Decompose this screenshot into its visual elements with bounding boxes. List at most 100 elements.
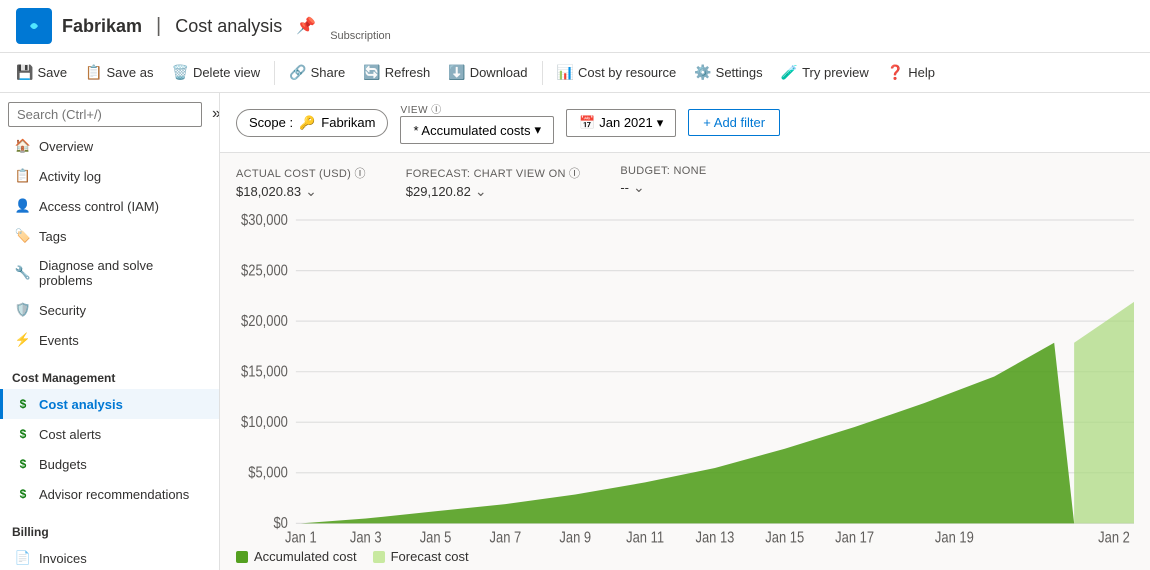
actual-cost-value[interactable]: $18,020.83 ⌄ xyxy=(236,183,366,200)
content-controls: Scope : 🔑 Fabrikam VIEW ⓘ * Accumulated … xyxy=(220,93,1150,153)
svg-text:$5,000: $5,000 xyxy=(248,465,288,482)
diagnose-icon: 🔧 xyxy=(15,265,31,281)
settings-button[interactable]: ⚙️ Settings xyxy=(686,60,770,85)
sidebar-item-label: Tags xyxy=(39,229,66,244)
budget-chevron-icon: ⌄ xyxy=(633,179,645,196)
sidebar-item-diagnose[interactable]: 🔧 Diagnose and solve problems xyxy=(0,251,219,295)
sidebar-item-security[interactable]: 🛡️ Security xyxy=(0,295,219,325)
sidebar-item-cost-alerts[interactable]: $ Cost alerts xyxy=(0,419,219,449)
metrics-row: ACTUAL COST (USD) ⓘ $18,020.83 ⌄ FORECAS… xyxy=(220,153,1150,200)
date-value: Jan 2021 xyxy=(599,115,653,130)
forecast-cost-chevron-icon: ⌄ xyxy=(475,183,487,200)
security-icon: 🛡️ xyxy=(15,302,31,318)
save-icon: 💾 xyxy=(16,64,33,81)
scope-icon: 🔑 xyxy=(299,115,315,131)
view-label: VIEW ⓘ xyxy=(400,101,554,116)
view-selector-group: VIEW ⓘ * Accumulated costs ▾ xyxy=(400,101,554,144)
delete-view-label: Delete view xyxy=(193,65,260,80)
sidebar-item-access-control[interactable]: 👤 Access control (IAM) xyxy=(0,191,219,221)
accumulated-cost-area xyxy=(301,343,1074,524)
view-button[interactable]: * Accumulated costs ▾ xyxy=(400,116,554,144)
sidebar-item-overview[interactable]: 🏠 Overview xyxy=(0,131,219,161)
date-picker-button[interactable]: 📅 Jan 2021 ▾ xyxy=(566,109,676,137)
sidebar-item-label: Activity log xyxy=(39,169,101,184)
forecast-cost-legend: Forecast cost xyxy=(373,549,469,564)
events-icon: ⚡ xyxy=(15,332,31,348)
accumulated-cost-legend-label: Accumulated cost xyxy=(254,549,357,564)
scope-value: Fabrikam xyxy=(321,115,375,130)
calendar-icon: 📅 xyxy=(579,115,595,131)
sidebar-item-events[interactable]: ⚡ Events xyxy=(0,325,219,355)
activity-log-icon: 📋 xyxy=(15,168,31,184)
svg-text:Jan 5: Jan 5 xyxy=(420,530,452,545)
cost-chart: $30,000 $25,000 $20,000 $15,000 $10,000 … xyxy=(236,208,1134,545)
scope-button[interactable]: Scope : 🔑 Fabrikam xyxy=(236,109,388,137)
app-logo xyxy=(16,8,52,44)
sidebar-item-label: Cost analysis xyxy=(39,397,123,412)
sidebar-item-budgets[interactable]: $ Budgets xyxy=(0,449,219,479)
forecast-cost-legend-label: Forecast cost xyxy=(391,549,469,564)
sidebar-item-label: Security xyxy=(39,303,86,318)
cost-by-resource-button[interactable]: 📊 Cost by resource xyxy=(549,60,685,85)
forecast-cost-legend-color xyxy=(373,551,385,563)
sidebar-item-label: Diagnose and solve problems xyxy=(39,258,207,288)
sidebar-item-invoices[interactable]: 📄 Invoices xyxy=(0,543,219,570)
save-label: Save xyxy=(37,65,67,80)
svg-text:Jan 11: Jan 11 xyxy=(626,530,664,545)
search-input[interactable] xyxy=(8,102,202,127)
chart-area: $30,000 $25,000 $20,000 $15,000 $10,000 … xyxy=(220,200,1150,545)
date-chevron-icon: ▾ xyxy=(657,115,664,131)
download-label: Download xyxy=(470,65,528,80)
forecast-cost-value[interactable]: $29,120.82 ⌄ xyxy=(406,183,581,200)
refresh-label: Refresh xyxy=(385,65,431,80)
cost-alerts-icon: $ xyxy=(15,426,31,442)
help-button[interactable]: ❓ Help xyxy=(879,60,943,85)
settings-label: Settings xyxy=(716,65,763,80)
sidebar-item-cost-analysis[interactable]: $ Cost analysis xyxy=(0,389,219,419)
share-button[interactable]: 🔗 Share xyxy=(281,60,353,85)
forecast-cost-metric: FORECAST: CHART VIEW ON ⓘ $29,120.82 ⌄ xyxy=(406,165,581,200)
preview-icon: 🧪 xyxy=(781,64,798,81)
svg-text:Jan 2: Jan 2 xyxy=(1098,530,1130,545)
sidebar-item-label: Budgets xyxy=(39,457,87,472)
svg-text:Jan 3: Jan 3 xyxy=(350,530,382,545)
save-as-button[interactable]: 📋 Save as xyxy=(77,60,161,85)
save-button[interactable]: 💾 Save xyxy=(8,60,75,85)
svg-text:Jan 13: Jan 13 xyxy=(695,530,734,545)
header-separator: | xyxy=(156,15,161,38)
view-value: * Accumulated costs xyxy=(413,123,530,138)
svg-text:$10,000: $10,000 xyxy=(241,414,288,431)
overview-icon: 🏠 xyxy=(15,138,31,154)
svg-text:Jan 9: Jan 9 xyxy=(559,530,591,545)
sidebar-item-tags[interactable]: 🏷️ Tags xyxy=(0,221,219,251)
svg-text:Jan 1: Jan 1 xyxy=(285,530,317,545)
sidebar-item-label: Advisor recommendations xyxy=(39,487,189,502)
try-preview-button[interactable]: 🧪 Try preview xyxy=(773,60,877,85)
svg-text:Jan 15: Jan 15 xyxy=(765,530,804,545)
share-icon: 🔗 xyxy=(289,64,306,81)
help-icon: ❓ xyxy=(887,64,904,81)
add-filter-button[interactable]: + Add filter xyxy=(688,109,780,136)
forecast-cost-area xyxy=(1074,302,1134,523)
sidebar-item-advisor[interactable]: $ Advisor recommendations xyxy=(0,479,219,509)
pin-icon[interactable]: 📌 xyxy=(296,16,316,36)
cost-management-section-header: Cost Management xyxy=(0,363,219,389)
help-label: Help xyxy=(908,65,935,80)
toolbar-divider-1 xyxy=(274,61,275,85)
refresh-button[interactable]: 🔄 Refresh xyxy=(355,60,438,85)
content-area: Scope : 🔑 Fabrikam VIEW ⓘ * Accumulated … xyxy=(220,93,1150,570)
collapse-sidebar-button[interactable]: » xyxy=(206,101,220,127)
save-as-label: Save as xyxy=(107,65,154,80)
delete-view-button[interactable]: 🗑️ Delete view xyxy=(164,60,269,85)
toolbar: 💾 Save 📋 Save as 🗑️ Delete view 🔗 Share … xyxy=(0,53,1150,93)
svg-text:$30,000: $30,000 xyxy=(241,212,288,229)
sidebar-item-label: Cost alerts xyxy=(39,427,101,442)
sidebar-item-activity-log[interactable]: 📋 Activity log xyxy=(0,161,219,191)
settings-icon: ⚙️ xyxy=(694,64,711,81)
share-label: Share xyxy=(311,65,346,80)
invoices-icon: 📄 xyxy=(15,550,31,566)
budget-value[interactable]: -- ⌄ xyxy=(620,179,706,196)
download-button[interactable]: ⬇️ Download xyxy=(440,60,535,85)
cost-by-resource-label: Cost by resource xyxy=(578,65,676,80)
subscription-label: Subscription xyxy=(330,30,391,42)
